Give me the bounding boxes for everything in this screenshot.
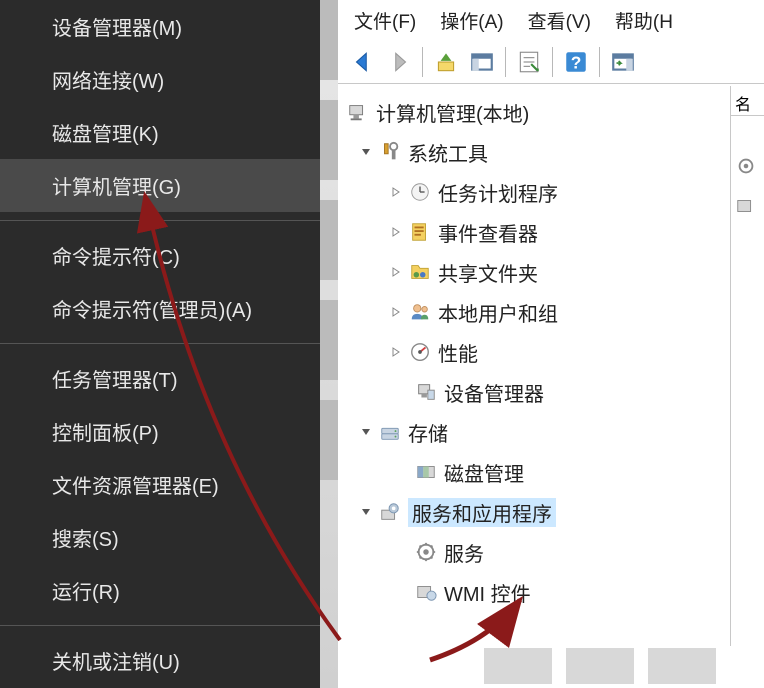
actions-gear-icon[interactable]	[731, 146, 764, 186]
menu-network-connections[interactable]: 网络连接(W)	[0, 53, 320, 106]
toolbar-separator	[505, 47, 506, 77]
tree-storage[interactable]: 存储	[338, 412, 764, 452]
tree-storage-label: 存储	[408, 418, 448, 447]
tree-services-apps-label: 服务和应用程序	[408, 498, 556, 527]
chevron-down-icon[interactable]	[358, 424, 374, 440]
tree-device-manager[interactable]: 设备管理器	[338, 372, 764, 412]
tree-performance-label: 性能	[438, 338, 478, 367]
tree-shared-folders-label: 共享文件夹	[438, 258, 538, 287]
winx-context-menu: 设备管理器(M) 网络连接(W) 磁盘管理(K) 计算机管理(G) 命令提示符(…	[0, 0, 320, 688]
right-column: 名	[730, 86, 764, 646]
tree-wmi-control-label: WMI 控件	[444, 578, 531, 607]
show-hide-console-button[interactable]	[465, 45, 499, 79]
wmi-control-icon	[414, 580, 438, 604]
tree-root[interactable]: 计算机管理(本地)	[338, 92, 764, 132]
menu-control-panel[interactable]: 控制面板(P)	[0, 405, 320, 458]
menu-help[interactable]: 帮助(H	[615, 7, 673, 34]
menu-computer-management[interactable]: 计算机管理(G)	[0, 159, 320, 212]
tree-event-viewer[interactable]: 事件查看器	[338, 212, 764, 252]
event-viewer-icon	[408, 220, 432, 244]
menu-divider	[0, 343, 320, 344]
properties-button[interactable]	[512, 45, 546, 79]
tree-services-apps[interactable]: 服务和应用程序	[338, 492, 764, 532]
services-icon	[414, 540, 438, 564]
toolbar-separator	[552, 47, 553, 77]
toolbar-separator	[422, 47, 423, 77]
tree-services[interactable]: 服务	[338, 532, 764, 572]
chevron-down-icon[interactable]	[358, 144, 374, 160]
chevron-right-icon[interactable]	[388, 304, 404, 320]
services-apps-icon	[378, 500, 402, 524]
menu-disk-management[interactable]: 磁盘管理(K)	[0, 106, 320, 159]
tree-wmi-control[interactable]: WMI 控件	[338, 572, 764, 612]
storage-icon	[378, 420, 402, 444]
tree-disk-management-label: 磁盘管理	[444, 458, 524, 487]
up-button[interactable]	[429, 45, 463, 79]
tree-task-scheduler[interactable]: 任务计划程序	[338, 172, 764, 212]
menu-action[interactable]: 操作(A)	[440, 7, 503, 34]
chevron-right-icon[interactable]	[388, 264, 404, 280]
side-thumbnail-strip	[320, 0, 338, 688]
menu-device-manager[interactable]: 设备管理器(M)	[0, 0, 320, 53]
chevron-down-icon[interactable]	[358, 504, 374, 520]
show-hide-action-pane-button[interactable]	[606, 45, 640, 79]
toolbar-separator	[599, 47, 600, 77]
tree-shared-folders[interactable]: 共享文件夹	[338, 252, 764, 292]
chevron-right-icon[interactable]	[388, 184, 404, 200]
tree-event-viewer-label: 事件查看器	[438, 218, 538, 247]
menu-task-manager[interactable]: 任务管理器(T)	[0, 352, 320, 405]
menu-search[interactable]: 搜索(S)	[0, 511, 320, 564]
tree-local-users-groups[interactable]: 本地用户和组	[338, 292, 764, 332]
menu-file-explorer[interactable]: 文件资源管理器(E)	[0, 458, 320, 511]
computer-management-icon	[346, 100, 370, 124]
tree-disk-management[interactable]: 磁盘管理	[338, 452, 764, 492]
users-icon	[408, 300, 432, 324]
menu-cmd-admin[interactable]: 命令提示符(管理员)(A)	[0, 282, 320, 335]
menubar: 文件(F) 操作(A) 查看(V) 帮助(H	[338, 0, 764, 40]
menu-divider	[0, 625, 320, 626]
chevron-right-icon[interactable]	[388, 344, 404, 360]
bottom-blur-blocks	[484, 648, 716, 684]
performance-icon	[408, 340, 432, 364]
tree-performance[interactable]: 性能	[338, 332, 764, 372]
svg-text:?: ?	[571, 52, 582, 72]
device-manager-icon	[414, 380, 438, 404]
menu-divider	[0, 220, 320, 221]
tree-local-users-groups-label: 本地用户和组	[438, 298, 558, 327]
tree-system-tools[interactable]: 系统工具	[338, 132, 764, 172]
clock-icon	[408, 180, 432, 204]
tree-system-tools-label: 系统工具	[408, 138, 488, 167]
menu-run[interactable]: 运行(R)	[0, 564, 320, 617]
tree-services-label: 服务	[444, 538, 484, 567]
tree-root-label: 计算机管理(本地)	[376, 98, 529, 127]
chevron-right-icon[interactable]	[388, 224, 404, 240]
column-header-name[interactable]: 名	[731, 86, 764, 116]
tree-task-scheduler-label: 任务计划程序	[438, 178, 558, 207]
disk-management-icon	[414, 460, 438, 484]
back-button[interactable]	[346, 45, 380, 79]
tree-device-manager-label: 设备管理器	[444, 378, 544, 407]
menu-shutdown-signout[interactable]: 关机或注销(U)	[0, 634, 320, 687]
computer-management-window: 文件(F) 操作(A) 查看(V) 帮助(H ?	[338, 0, 764, 688]
menu-cmd[interactable]: 命令提示符(C)	[0, 229, 320, 282]
forward-button[interactable]	[382, 45, 416, 79]
help-button[interactable]: ?	[559, 45, 593, 79]
tools-icon	[378, 140, 402, 164]
actions-wmi-icon[interactable]	[731, 186, 764, 226]
menu-view[interactable]: 查看(V)	[528, 7, 591, 34]
tree-view: 计算机管理(本地) 系统工具 任务计划程序 事件查看器 共享文件夹 本地用户和组	[338, 84, 764, 612]
shared-folder-icon	[408, 260, 432, 284]
menu-file[interactable]: 文件(F)	[354, 7, 416, 34]
toolbar: ?	[338, 40, 764, 84]
